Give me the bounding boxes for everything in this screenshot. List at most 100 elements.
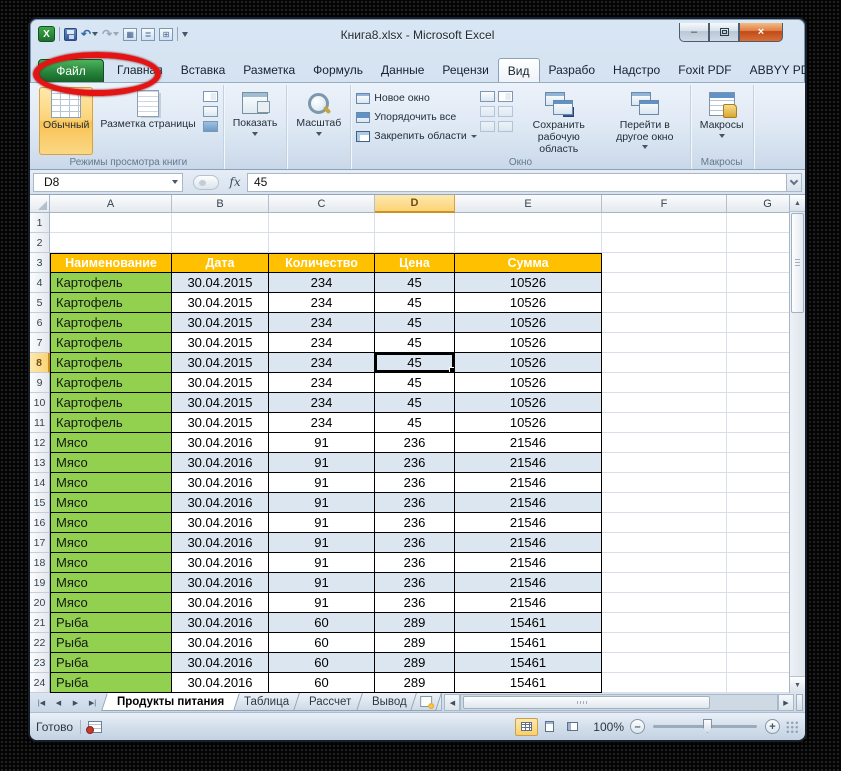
cell-D10[interactable]: 45 [375,393,455,413]
custom-views-icon[interactable] [203,106,218,117]
first-sheet-button[interactable]: |◀ [34,695,49,710]
cell-E8[interactable]: 10526 [455,353,602,373]
row-header-2[interactable]: 2 [30,233,50,253]
cell-B11[interactable]: 30.04.2015 [172,413,269,433]
cell-A1[interactable] [50,213,172,233]
customize-qat-button[interactable] [182,32,188,37]
expand-formula-bar-button[interactable] [786,173,802,192]
cell-F15[interactable] [602,493,727,513]
split-icon[interactable] [480,91,495,102]
cell-E12[interactable]: 21546 [455,433,602,453]
cell-A22[interactable]: Рыба [50,633,172,653]
row-header-20[interactable]: 20 [30,593,50,613]
cell-D24[interactable]: 289 [375,673,455,693]
cell-F24[interactable] [602,673,727,693]
cell-C18[interactable]: 91 [269,553,375,573]
column-header-G[interactable]: G [727,195,789,213]
macros-button[interactable]: Макросы [696,87,748,155]
cell-C5[interactable]: 234 [269,293,375,313]
cell-E10[interactable]: 10526 [455,393,602,413]
cell-E19[interactable]: 21546 [455,573,602,593]
minimize-button[interactable]: – [679,23,709,42]
row-header-1[interactable]: 1 [30,213,50,233]
ribbon-tab-рецензи[interactable]: Рецензи [433,58,497,82]
ribbon-tab-foxit pdf[interactable]: Foxit PDF [669,58,740,82]
cell-F9[interactable] [602,373,727,393]
cell-C4[interactable]: 234 [269,273,375,293]
row-header-17[interactable]: 17 [30,533,50,553]
column-header-A[interactable]: A [50,195,172,213]
zoom-level[interactable]: 100% [590,720,624,734]
cell-G20[interactable] [727,593,789,613]
row-header-21[interactable]: 21 [30,613,50,633]
cell-D11[interactable]: 45 [375,413,455,433]
cell-D1[interactable] [375,213,455,233]
cell-C9[interactable]: 234 [269,373,375,393]
row-header-3[interactable]: 3 [30,253,50,273]
ribbon-tab-вставка[interactable]: Вставка [172,58,235,82]
cell-C24[interactable]: 60 [269,673,375,693]
cell-C3[interactable]: Количество [269,253,375,273]
zoom-out-button[interactable]: – [630,719,645,734]
cell-A3[interactable]: Наименование [50,253,172,273]
row-header-6[interactable]: 6 [30,313,50,333]
zoom-slider-thumb[interactable] [703,719,712,733]
row-header-24[interactable]: 24 [30,673,50,693]
cell-B12[interactable]: 30.04.2016 [172,433,269,453]
cell-B6[interactable]: 30.04.2015 [172,313,269,333]
cell-G18[interactable] [727,553,789,573]
cell-G12[interactable] [727,433,789,453]
cell-D8[interactable]: 45 [375,353,455,373]
cell-F2[interactable] [602,233,727,253]
row-header-11[interactable]: 11 [30,413,50,433]
cell-F18[interactable] [602,553,727,573]
ribbon-tab-формуль[interactable]: Формуль [304,58,372,82]
cell-D6[interactable]: 45 [375,313,455,333]
cell-A17[interactable]: Мясо [50,533,172,553]
cell-C17[interactable]: 91 [269,533,375,553]
cell-F4[interactable] [602,273,727,293]
cell-F14[interactable] [602,473,727,493]
cell-B23[interactable]: 30.04.2016 [172,653,269,673]
row-header-7[interactable]: 7 [30,333,50,353]
cell-C2[interactable] [269,233,375,253]
cell-G24[interactable] [727,673,789,693]
cell-B22[interactable]: 30.04.2016 [172,633,269,653]
cell-G10[interactable] [727,393,789,413]
cell-D9[interactable]: 45 [375,373,455,393]
cell-A8[interactable]: Картофель [50,353,172,373]
cell-E6[interactable]: 10526 [455,313,602,333]
calculator-icon[interactable]: ⊞ [159,28,173,41]
cell-F3[interactable] [602,253,727,273]
name-box[interactable]: D8 [33,173,183,192]
ribbon-tab-разметка[interactable]: Разметка [234,58,304,82]
cell-A15[interactable]: Мясо [50,493,172,513]
cell-E24[interactable]: 15461 [455,673,602,693]
cell-D5[interactable]: 45 [375,293,455,313]
show-dropdown-button[interactable]: Показать [229,87,282,155]
zoom-slider-track[interactable] [653,725,757,728]
cell-E16[interactable]: 21546 [455,513,602,533]
cell-A16[interactable]: Мясо [50,513,172,533]
cell-G21[interactable] [727,613,789,633]
row-header-13[interactable]: 13 [30,453,50,473]
cell-E17[interactable]: 21546 [455,533,602,553]
cell-F19[interactable] [602,573,727,593]
row-header-22[interactable]: 22 [30,633,50,653]
view-side-by-side-icon[interactable] [498,91,513,102]
cell-G4[interactable] [727,273,789,293]
cell-C7[interactable]: 234 [269,333,375,353]
cell-A18[interactable]: Мясо [50,553,172,573]
cell-E22[interactable]: 15461 [455,633,602,653]
cell-E4[interactable]: 10526 [455,273,602,293]
column-header-B[interactable]: B [172,195,269,213]
row-header-12[interactable]: 12 [30,433,50,453]
cell-B5[interactable]: 30.04.2015 [172,293,269,313]
zoom-dropdown-button[interactable]: Масштаб [292,87,345,155]
cell-C13[interactable]: 91 [269,453,375,473]
cell-G22[interactable] [727,633,789,653]
cell-A6[interactable]: Картофель [50,313,172,333]
save-button[interactable] [64,26,77,42]
cell-G7[interactable] [727,333,789,353]
cell-G16[interactable] [727,513,789,533]
